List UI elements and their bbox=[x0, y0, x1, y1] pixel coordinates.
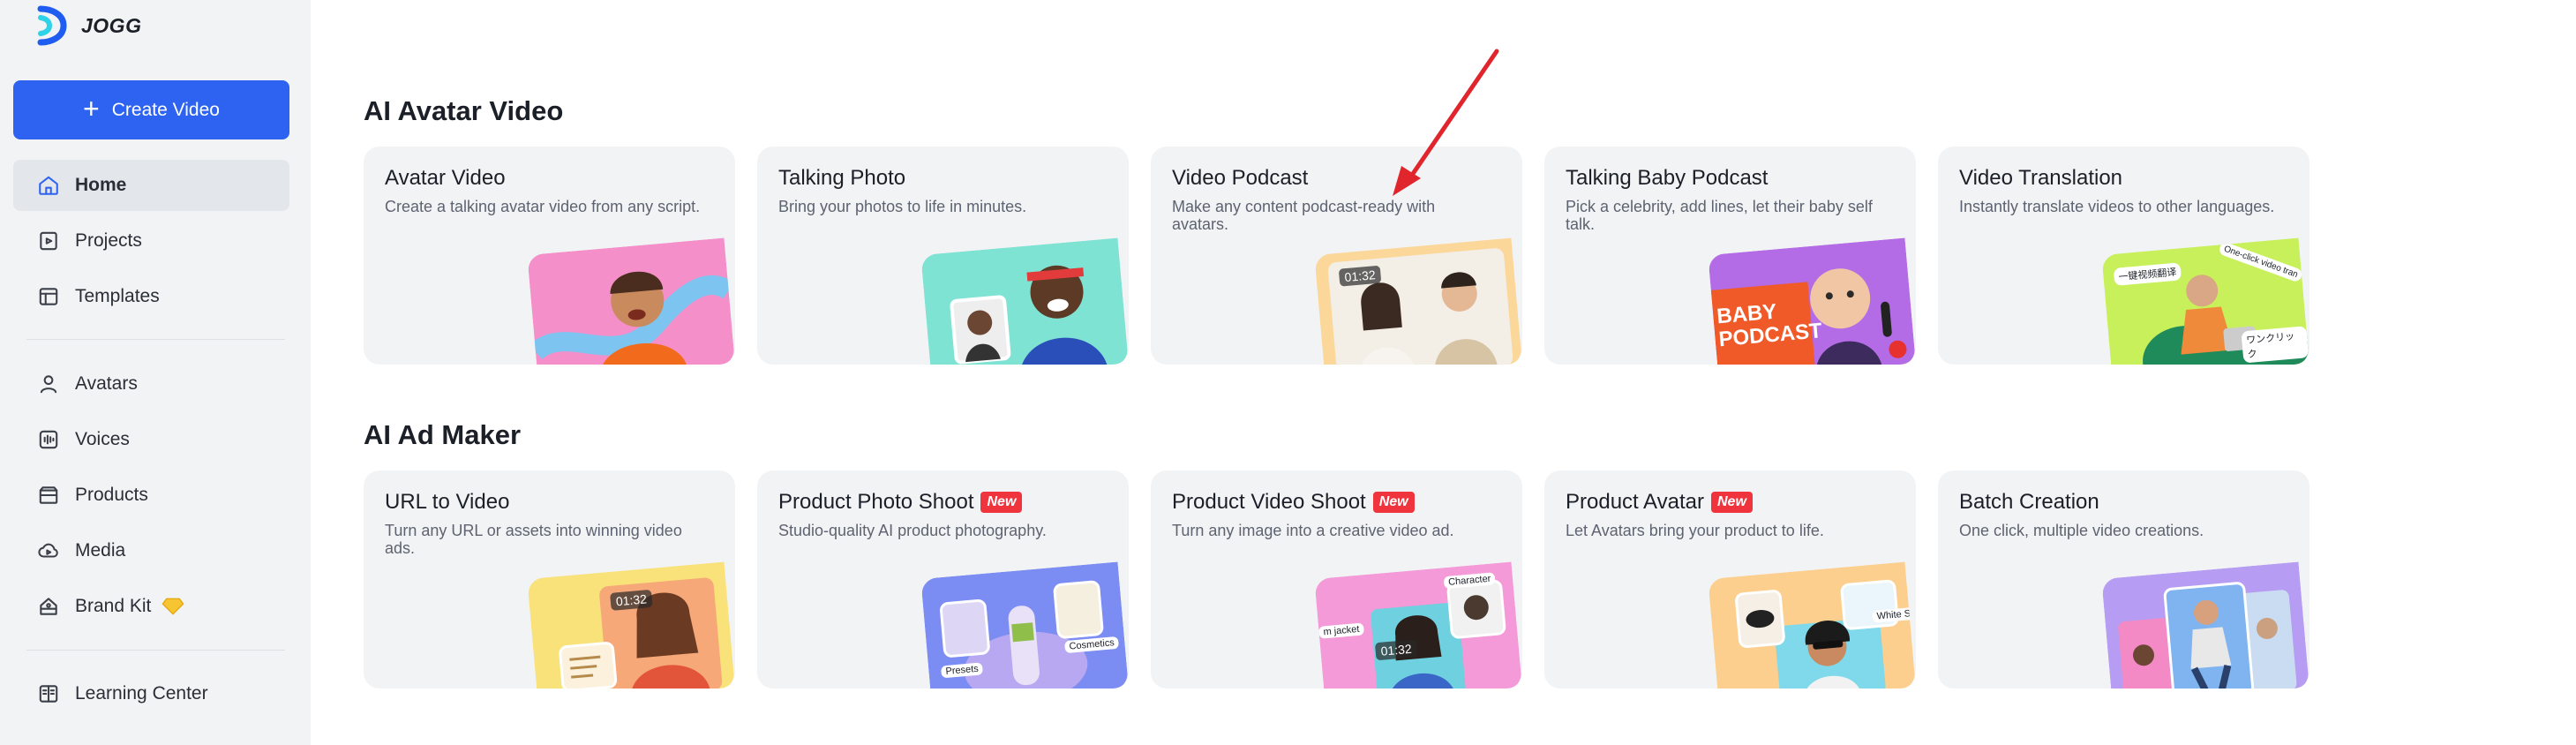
sidebar-item-brand-kit[interactable]: Brand Kit bbox=[13, 581, 289, 632]
card-video-translation[interactable]: Video Translation Instantly translate vi… bbox=[1938, 147, 2309, 365]
card-description: Make any content podcast-ready with avat… bbox=[1172, 198, 1436, 233]
card-title: Product Video Shoot New bbox=[1172, 490, 1415, 515]
card-thumbnail: BABY PODCAST bbox=[1708, 237, 1916, 365]
card-avatar-video[interactable]: Avatar Video Create a talking avatar vid… bbox=[364, 147, 735, 365]
card-title: Video Podcast bbox=[1172, 166, 1309, 190]
card-batch-creation[interactable]: Batch Creation One click, multiple video… bbox=[1938, 470, 2309, 689]
card-title-text: Product Photo Shoot bbox=[778, 490, 974, 514]
section-title-ai-avatar-video: AI Avatar Video bbox=[364, 95, 564, 126]
card-thumbnail: Presets Cosmetics bbox=[920, 561, 1129, 689]
sidebar-item-label: Brand Kit bbox=[75, 596, 152, 616]
new-badge: New bbox=[1710, 492, 1753, 513]
plus-icon: + bbox=[83, 93, 100, 124]
card-title: URL to Video bbox=[385, 490, 510, 514]
thumbnail-text: BABY PODCAST bbox=[1716, 299, 1823, 352]
card-thumbnail: 一键视频翻译 One-click video tran ワンクリック bbox=[2101, 237, 2309, 365]
sidebar-divider bbox=[26, 650, 285, 651]
card-description: Bring your photos to life in minutes. bbox=[778, 198, 1027, 215]
card-description: Turn any image into a creative video ad. bbox=[1172, 522, 1454, 539]
card-product-video-shoot[interactable]: Product Video Shoot New Turn any image i… bbox=[1151, 470, 1522, 689]
sidebar-item-home[interactable]: Home bbox=[13, 160, 289, 211]
sidebar-item-learning-center[interactable]: Learning Center bbox=[13, 668, 289, 719]
card-title: Video Translation bbox=[1959, 166, 2123, 190]
card-thumbnail: 01:32 bbox=[527, 561, 735, 689]
thumbnail-tag: ワンクリック bbox=[2241, 326, 2309, 364]
projects-icon bbox=[36, 229, 61, 253]
card-thumbnail: Character m jacket 01:32 bbox=[1314, 561, 1522, 689]
duration-badge: 01:32 bbox=[1374, 639, 1418, 661]
sidebar-item-templates[interactable]: Templates bbox=[13, 271, 289, 322]
media-icon bbox=[36, 538, 61, 563]
card-talking-photo[interactable]: Talking Photo Bring your photos to life … bbox=[757, 147, 1129, 365]
sidebar-item-voices[interactable]: Voices bbox=[13, 414, 289, 465]
sidebar-item-label: Avatars bbox=[75, 373, 138, 394]
card-title: Product Avatar New bbox=[1566, 490, 1753, 515]
app-name: JOGG bbox=[81, 13, 142, 37]
card-thumbnail bbox=[527, 237, 735, 365]
card-title: Batch Creation bbox=[1959, 490, 2099, 514]
card-title: Talking Baby Podcast bbox=[1566, 166, 1769, 190]
sidebar-item-label: Learning Center bbox=[75, 683, 208, 704]
brand-kit-icon bbox=[36, 594, 61, 619]
app-logo[interactable]: JOGG bbox=[35, 5, 141, 46]
templates-icon bbox=[36, 284, 61, 309]
premium-gem-icon bbox=[162, 598, 184, 615]
sidebar-item-label: Templates bbox=[75, 286, 160, 306]
card-description: Let Avatars bring your product to life. bbox=[1566, 522, 1824, 539]
card-thumbnail bbox=[2101, 561, 2309, 689]
card-thumbnail bbox=[920, 237, 1129, 365]
sidebar-item-label: Projects bbox=[75, 230, 142, 251]
sidebar-item-label: Products bbox=[75, 485, 148, 505]
card-description: Turn any URL or assets into winning vide… bbox=[385, 522, 682, 557]
card-thumbnail: White S bbox=[1708, 561, 1916, 689]
sidebar-divider bbox=[26, 339, 285, 340]
card-description: Create a talking avatar video from any s… bbox=[385, 198, 701, 215]
duration-badge: 01:32 bbox=[1338, 265, 1382, 287]
sidebar-item-label: Home bbox=[75, 175, 127, 195]
sidebar-item-products[interactable]: Products bbox=[13, 470, 289, 521]
annotation-arrow-icon bbox=[1393, 49, 1499, 196]
card-title: Talking Photo bbox=[778, 166, 906, 190]
card-description: Instantly translate videos to other lang… bbox=[1959, 198, 2275, 215]
jogg-logo-icon bbox=[37, 5, 67, 46]
section-title-ai-ad-maker: AI Ad Maker bbox=[364, 419, 522, 450]
products-icon bbox=[36, 483, 61, 508]
card-description: Studio-quality AI product photography. bbox=[778, 522, 1047, 539]
new-badge: New bbox=[1372, 492, 1415, 513]
card-talking-baby-podcast[interactable]: Talking Baby Podcast Pick a celebrity, a… bbox=[1544, 147, 1916, 365]
sidebar-item-media[interactable]: Media bbox=[13, 525, 289, 576]
duration-badge: 01:32 bbox=[610, 589, 653, 611]
card-title: Avatar Video bbox=[385, 166, 506, 190]
card-description: Pick a celebrity, add lines, let their b… bbox=[1566, 198, 1873, 233]
card-thumbnail: 01:32 bbox=[1314, 237, 1522, 365]
card-url-to-video[interactable]: URL to Video Turn any URL or assets into… bbox=[364, 470, 735, 689]
card-product-avatar[interactable]: Product Avatar New Let Avatars bring you… bbox=[1544, 470, 1916, 689]
avatar-icon bbox=[36, 372, 61, 396]
card-title: Product Photo Shoot New bbox=[778, 490, 1023, 515]
card-product-photo-shoot[interactable]: Product Photo Shoot New Studio-quality A… bbox=[757, 470, 1129, 689]
card-title-text: Product Avatar bbox=[1566, 490, 1704, 514]
sidebar-item-projects[interactable]: Projects bbox=[13, 215, 289, 267]
sidebar: JOGG + Create Video Home Projects Templa… bbox=[0, 0, 311, 745]
card-description: One click, multiple video creations. bbox=[1959, 522, 2204, 539]
voices-icon bbox=[36, 427, 61, 452]
sidebar-item-label: Media bbox=[75, 540, 126, 561]
sidebar-item-avatars[interactable]: Avatars bbox=[13, 358, 289, 410]
home-icon bbox=[36, 173, 61, 198]
create-video-label: Create Video bbox=[111, 99, 220, 120]
create-video-button[interactable]: + Create Video bbox=[13, 80, 289, 139]
learning-center-icon bbox=[36, 681, 61, 706]
sidebar-item-label: Voices bbox=[75, 429, 130, 449]
card-title-text: Product Video Shoot bbox=[1172, 490, 1366, 514]
new-badge: New bbox=[980, 492, 1023, 513]
